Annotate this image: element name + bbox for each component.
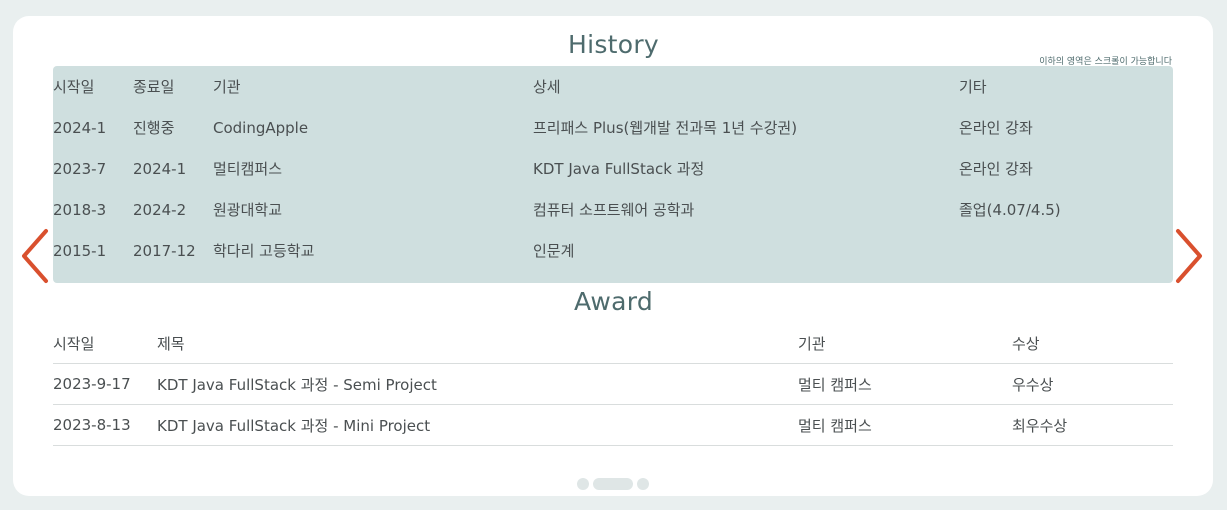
- award-header-org: 기관: [798, 323, 1012, 364]
- next-slide-button[interactable]: [1172, 228, 1206, 284]
- award-cell-org: 멀티 캠퍼스: [798, 404, 1012, 446]
- history-header-end: 종료일: [133, 78, 175, 96]
- history-header-etc: 기타: [959, 78, 987, 96]
- award-header-row: 시작일 제목 기관 수상: [53, 323, 1173, 364]
- history-row: 2015-1 2017-12 학다리 고등학교 인문계: [53, 230, 1173, 271]
- award-cell-org: 멀티 캠퍼스: [798, 363, 1012, 405]
- history-cell-etc: [959, 230, 1173, 271]
- history-row: 2023-7 2024-1 멀티캠퍼스 KDT Java FullStack 과…: [53, 148, 1173, 189]
- history-cell-detail: KDT Java FullStack 과정: [533, 160, 705, 178]
- award-title: Award: [573, 287, 654, 316]
- award-row: 2023-9-17 KDT Java FullStack 과정 - Semi P…: [53, 363, 1173, 405]
- pagination-dot[interactable]: [577, 478, 589, 490]
- award-cell-prize: 최우수상: [1012, 404, 1173, 446]
- history-cell-start: 2018-3: [53, 200, 107, 219]
- history-header-start: 시작일: [53, 78, 95, 96]
- award-cell-title: KDT Java FullStack 과정 - Semi Project: [157, 363, 798, 405]
- chevron-right-icon: [1176, 229, 1202, 283]
- history-header-org: 기관: [213, 78, 241, 96]
- history-cell-end: 2017-12: [133, 241, 196, 260]
- history-cell-org: 원광대학교: [213, 201, 283, 219]
- history-row: 2024-1 진행중 CodingApple 프리패스 Plus(웹개발 전과목…: [53, 107, 1173, 148]
- history-cell-org: 학다리 고등학교: [213, 242, 315, 260]
- history-cell-etc: 온라인 강좌: [959, 119, 1033, 137]
- history-cell-detail: 컴퓨터 소프트웨어 공학과: [533, 201, 695, 219]
- award-cell-date: 2023-9-17: [53, 363, 157, 405]
- history-cell-end: 진행중: [133, 119, 175, 137]
- history-cell-detail: 프리패스 Plus(웹개발 전과목 1년 수강권): [533, 119, 798, 137]
- chevron-left-icon: [22, 229, 48, 283]
- history-cell-start: 2015-1: [53, 241, 107, 260]
- history-cell-etc: 온라인 강좌: [959, 160, 1033, 178]
- award-cell-title: KDT Java FullStack 과정 - Mini Project: [157, 404, 798, 446]
- award-header-title: 제목: [157, 323, 798, 364]
- prev-slide-button[interactable]: [18, 228, 52, 284]
- history-row: 2018-3 2024-2 원광대학교 컴퓨터 소프트웨어 공학과 졸업(4.0…: [53, 189, 1173, 230]
- award-cell-prize: 우수상: [1012, 363, 1173, 405]
- history-cell-start: 2023-7: [53, 159, 107, 178]
- history-cell-end: 2024-1: [133, 159, 187, 178]
- award-table: 시작일 제목 기관 수상 2023-9-17 KDT Java FullStac…: [53, 323, 1173, 446]
- history-table: 시작일 종료일 기관 상세 기타 2024-1 진행중 CodingApple …: [53, 66, 1173, 271]
- history-cell-start: 2024-1: [53, 118, 107, 137]
- history-cell-end: 2024-2: [133, 200, 187, 219]
- history-cell-etc: 졸업(4.07/4.5): [959, 201, 1061, 219]
- award-header-prize: 수상: [1012, 323, 1173, 364]
- history-header-row: 시작일 종료일 기관 상세 기타: [53, 66, 1173, 107]
- history-cell-org: CodingApple: [213, 118, 309, 137]
- award-row: 2023-8-13 KDT Java FullStack 과정 - Mini P…: [53, 404, 1173, 446]
- award-cell-date: 2023-8-13: [53, 404, 157, 446]
- pagination-dot-active[interactable]: [593, 478, 633, 490]
- history-cell-detail: 인문계: [533, 242, 575, 260]
- pagination-dots: [577, 478, 649, 490]
- history-cell-org: 멀티캠퍼스: [213, 160, 283, 178]
- history-header-detail: 상세: [533, 78, 561, 96]
- award-header-date: 시작일: [53, 323, 157, 364]
- pagination-dot[interactable]: [637, 478, 649, 490]
